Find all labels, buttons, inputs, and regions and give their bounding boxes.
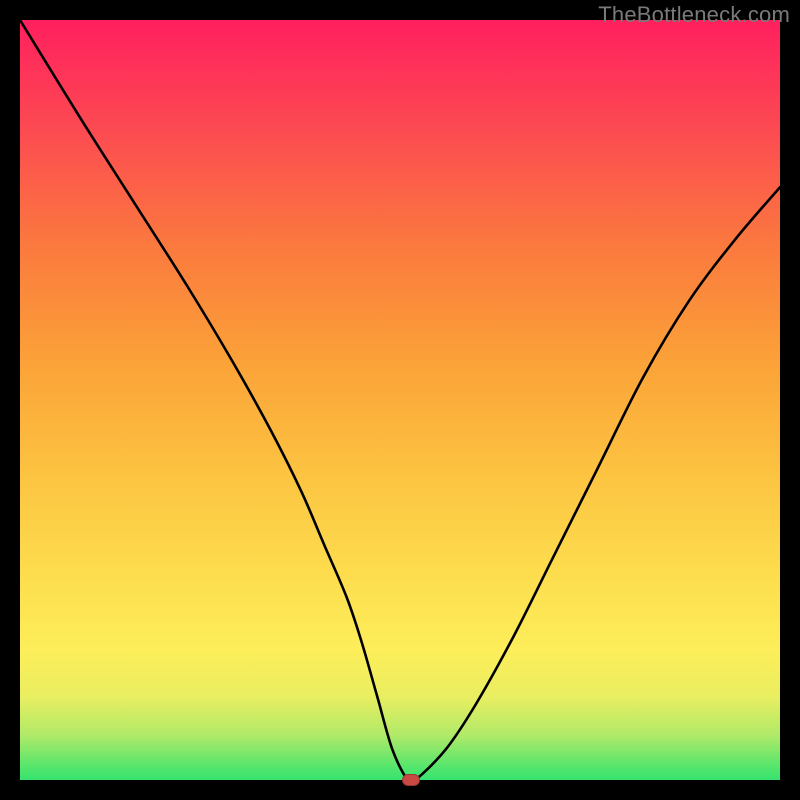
plot-area bbox=[20, 20, 780, 780]
watermark-text: TheBottleneck.com bbox=[598, 2, 790, 28]
bottleneck-curve bbox=[20, 20, 780, 780]
chart-frame: TheBottleneck.com bbox=[0, 0, 800, 800]
optimum-marker bbox=[402, 774, 420, 786]
